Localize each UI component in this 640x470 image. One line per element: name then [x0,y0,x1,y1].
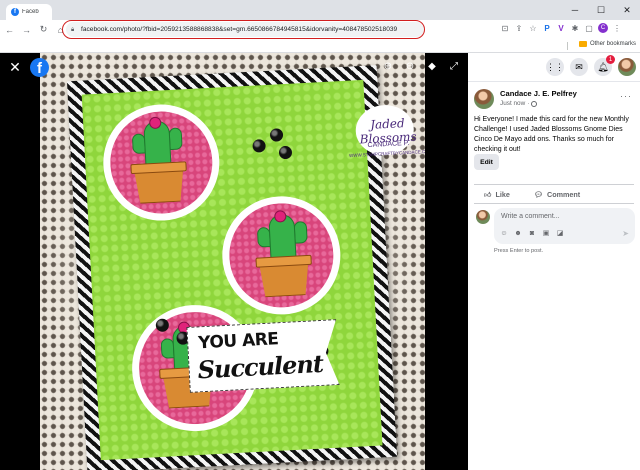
close-window-icon[interactable]: ✕ [614,0,640,20]
minimize-icon[interactable]: ─ [562,0,588,20]
sequin [269,128,284,142]
emoji-icon[interactable]: ☻ [514,230,522,238]
facebook-favicon-icon: f [11,8,19,16]
bookmarks-bar: Other bookmarks [0,39,640,53]
tag-icon[interactable]: ◆ [426,61,438,73]
comment-input[interactable]: Write a comment... ☺ ☻ ◙ ▣ ◪ ➤ [494,208,635,244]
sticker-icon[interactable]: ◪ [556,230,564,238]
post-more-options-icon[interactable]: ··· [620,91,632,101]
tab-title: Faceb [22,9,39,15]
comment-tools: ☺ ☻ ◙ ▣ ◪ [500,230,564,238]
post-text: Hi Everyone! I made this card for the ne… [474,116,629,153]
fullscreen-icon[interactable]: ⤢ [448,61,460,73]
share-icon[interactable]: ⇪ [514,23,524,33]
card-panel [81,79,383,461]
privacy-globe-icon [531,100,538,107]
actions-divider-bottom [474,203,634,204]
extension-icons: ⊡ ⇪ ☆ P V ✱ ▢ C ⋮ [500,23,622,33]
watermark-url: WWW.STAMPCRAFTBYCANDACE.COM [348,148,425,159]
account-avatar[interactable] [618,58,636,76]
sidebar-topbar: ⋮⋮ ✉ 🔔︎ 1 [468,53,640,81]
notifications-bell-icon[interactable]: 🔔︎ 1 [594,55,615,76]
extension-p-icon[interactable]: P [542,23,552,33]
cactus-top [127,116,189,206]
post-time-text: Just now [500,100,526,107]
extension-v-icon[interactable]: V [556,23,566,33]
like-button[interactable]: 👍︎ Like [484,190,510,199]
zoom-out-icon[interactable]: ⊖ [404,61,416,73]
other-bookmarks[interactable]: Other bookmarks [578,41,636,47]
comment-placeholder: Write a comment... [501,213,560,220]
install-icon[interactable]: ⊡ [500,23,510,33]
thumbs-up-icon: 👍︎ [484,190,492,199]
extensions-puzzle-icon[interactable]: ✱ [570,23,580,33]
post-sidebar: ⋮⋮ ✉ 🔔︎ 1 Candace J. E. Pelfrey Just now… [468,53,640,470]
avatar-sticker-icon[interactable]: ☺ [500,230,508,238]
browser-toolbar: ← → ↻ ⌂ 🔒︎ facebook.com/photo/?fbid=2059… [0,20,640,39]
gif-icon[interactable]: ▣ [542,230,550,238]
reload-icon[interactable]: ↻ [36,22,51,37]
press-enter-hint: Press Enter to post. [494,248,544,254]
notification-badge: 1 [606,55,615,64]
cactus-middle [252,210,314,300]
like-label: Like [495,190,510,199]
post-actions: 👍︎ Like 💬︎ Comment [474,187,634,202]
folder-icon [578,41,587,47]
address-bar-highlight-ring [62,20,425,39]
commenter-avatar [476,210,490,224]
comment-button[interactable]: 💬︎ Comment [534,190,580,199]
send-icon[interactable]: ➤ [622,229,629,238]
photo-image[interactable]: YOU ARE Succulent Jaded Blossoms CANDACE… [40,53,425,470]
window-controls: ─ ☐ ✕ [562,0,640,20]
menu-grid-icon[interactable]: ⋮⋮ [546,58,564,76]
watermark: Jaded Blossoms CANDACE P. WWW.STAMPCRAFT… [346,103,425,167]
maximize-icon[interactable]: ☐ [588,0,614,20]
browser-tab-strip: f Faceb ─ ☐ ✕ [0,0,640,20]
actions-divider-top [474,184,634,185]
edit-button[interactable]: Edit [474,154,499,170]
close-viewer-icon[interactable]: ✕ [8,60,22,74]
bookmarks-separator [567,42,568,50]
sequin [278,145,293,160]
sequin [252,139,266,153]
browser-tab-facebook[interactable]: f Faceb [6,4,52,20]
banner-line2: Succulent [196,348,324,385]
bookmark-star-icon[interactable]: ☆ [528,23,538,33]
comment-bubble-icon: 💬︎ [533,190,544,199]
circle-frame-top [100,101,223,224]
post-time-separator: · [527,100,530,107]
circle-frame-middle [219,193,344,318]
camera-icon[interactable]: ◙ [528,230,536,238]
forward-arrow-icon[interactable]: → [19,22,34,37]
back-arrow-icon[interactable]: ← [2,22,17,37]
banner-line1: YOU ARE [197,329,279,354]
photo-viewer: YOU ARE Succulent Jaded Blossoms CANDACE… [0,53,468,470]
post-author-name[interactable]: Candace J. E. Pelfrey [500,89,577,98]
profile-avatar[interactable]: C [598,23,608,33]
zoom-in-icon[interactable]: ⊕ [382,61,394,73]
sidepanel-icon[interactable]: ▢ [584,23,594,33]
facebook-logo-icon[interactable]: f [30,58,49,77]
viewer-tools: ⊕ ⊖ ◆ ⤢ [382,61,460,73]
comment-label: Comment [547,190,581,199]
sentiment-banner: YOU ARE Succulent [186,319,339,393]
post-author-avatar[interactable] [474,89,494,109]
sidebar-divider [468,81,640,82]
messenger-icon[interactable]: ✉ [570,58,588,76]
other-bookmarks-label: Other bookmarks [589,41,636,47]
menu-kebab-icon[interactable]: ⋮ [612,23,622,33]
post-timestamp[interactable]: Just now · [500,100,538,107]
